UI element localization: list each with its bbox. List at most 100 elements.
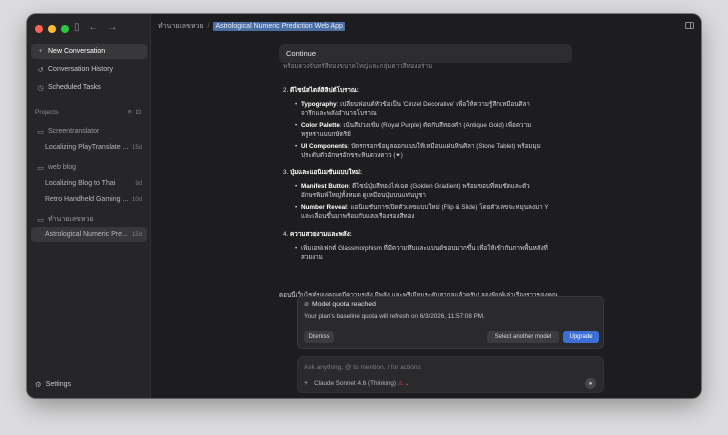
quota-title-row: ⊘ Model quota reached (304, 301, 376, 308)
composer[interactable]: Ask anything, @ to mention, / for action… (297, 356, 604, 393)
forward-arrow-icon[interactable]: → (108, 21, 118, 35)
clock-icon: ◷ (37, 84, 44, 92)
select-another-model-button[interactable]: Select another model (487, 331, 559, 343)
section-heading: 2. ดีไซน์สไตล์สิลิปต์โบราณ: (283, 86, 359, 95)
breadcrumb: ทำนายเลขหวย / Astrological Numeric Predi… (158, 21, 345, 32)
list-item: Manifest Button: ดีไซน์ปุ่มสีทองไล่เฉด (… (295, 182, 530, 191)
project-folder-lottery[interactable]: ▭ ทำนายเลขหวย (31, 212, 147, 227)
chevron-down-icon: ⌄ (404, 381, 410, 387)
faded-text-line: พร้อมดวงจันทร์สีทองขนาดใหญ่และกลุ่มดาวสี… (283, 63, 433, 70)
scheduled-tasks-button[interactable]: ◷ Scheduled Tasks (31, 80, 147, 95)
project-name: ทำนายเลขหวย (48, 216, 94, 223)
list-item-continuation: ประดับตัวอักษรอักขระหินดวงดาว (✦) (301, 152, 403, 159)
breadcrumb-parent[interactable]: ทำนายเลขหวย (158, 21, 203, 32)
bullet-term: Color Palette (301, 122, 340, 129)
sidebar-toggle-icon[interactable]: ▯ (74, 21, 80, 35)
folder-icon: ▭ (37, 216, 44, 224)
breadcrumb-current[interactable]: Astrological Numeric Prediction Web App (213, 22, 345, 31)
quota-title: Model quota reached (312, 301, 376, 308)
info-icon: ⊘ (304, 302, 310, 308)
section-title: ดีไซน์สไตล์สิลิปต์โบราณ: (290, 87, 359, 94)
bullet-text: : แอนิเมชันการเปิดตัวเลขแบบใหม่ (Flip & … (346, 204, 549, 211)
new-conversation-button[interactable]: + New Conversation (31, 44, 147, 59)
model-selector[interactable]: Claude Sonnet 4.6 (Thinking) ⚠ ⌄ (314, 380, 409, 387)
history-icon: ↺ (37, 66, 44, 74)
app-window: ▯ ← → + New Conversation ↺ Conversation … (27, 14, 701, 398)
list-item: เพิ่มเอฟเฟกต์ Glassmorphism ที่มีความทึบ… (295, 244, 548, 253)
message-input[interactable]: Ask anything, @ to mention, / for action… (304, 364, 421, 371)
section-number: 2. (283, 87, 289, 94)
list-item-continuation: หรูหราแบบกษัตริย์ (301, 131, 351, 138)
list-item-continuation: สวยงาม (301, 254, 323, 261)
microphone-icon[interactable]: ● (585, 378, 596, 389)
minimize-window-button[interactable] (48, 25, 56, 33)
bullet-text: : เน้นสีม่วงเข้ม (Royal Purple) ตัดกับสี… (339, 122, 532, 129)
project-folder-web-blog[interactable]: ▭ web blog (31, 160, 147, 175)
bullet-text: : เปลี่ยนฟอนต์หัวข้อเป็น 'Cinzel Decorat… (336, 101, 530, 108)
message-content: พร้อมดวงจันทร์สีทองขนาดใหญ่และกลุ่มดาวสี… (279, 44, 579, 304)
projects-header: Projects ≡⊡ (35, 108, 145, 117)
section-title: ความสวยงามและพลัง: (290, 231, 352, 238)
upgrade-button[interactable]: Upgrade (563, 331, 599, 343)
project-name: web blog (48, 164, 77, 171)
settings-button[interactable]: ⚙ Settings (35, 380, 71, 389)
project-folder-screentranslator[interactable]: ▭ Screentranslator (31, 124, 147, 139)
conversation-age: 9d (135, 180, 142, 187)
conversation-age: 15d (131, 144, 142, 151)
breadcrumb-separator: / (207, 23, 210, 30)
conversation-history-label: Conversation History (48, 66, 113, 73)
panel-toggle-icon[interactable] (685, 22, 694, 29)
bullet-text: : ดีไซน์ปุ่มสีทองไล่เฉด (Golden Gradient… (348, 183, 530, 190)
bullet-term: Number Reveal (301, 204, 347, 211)
composer-toolbar: + Claude Sonnet 4.6 (Thinking) ⚠ ⌄ (304, 380, 410, 387)
new-conversation-label: New Conversation (48, 48, 106, 55)
bullet-term: Typography (301, 101, 337, 108)
section-heading: 3. ปุ่มและแอนิเมชันแบบใหม่: (283, 168, 362, 177)
list-item-continuation: อักษรพิมพ์ใหญ่ทั้งหมด ดูเหมือนปุ่มบนแท่น… (301, 192, 426, 199)
project-name: Screentranslator (48, 128, 100, 135)
plus-icon: + (38, 48, 43, 55)
back-arrow-icon[interactable]: ← (89, 21, 99, 35)
projects-label: Projects (35, 108, 59, 116)
window-controls (35, 25, 69, 33)
settings-label: Settings (45, 381, 72, 388)
dismiss-button[interactable]: Dismiss (304, 331, 334, 343)
continue-prompt: Continue (279, 44, 572, 63)
close-window-button[interactable] (35, 25, 43, 33)
conversation-title: Astrological Numeric Pre... (45, 231, 128, 238)
conversation-title: Retro Handheld Gaming ... (45, 196, 129, 203)
conversation-title: Localizing PlayTranslate ... (45, 144, 129, 151)
continue-label: Continue (286, 49, 317, 58)
section-number: 4. (283, 231, 289, 238)
conversation-item[interactable]: Localizing PlayTranslate ... 15d (31, 140, 147, 155)
list-item: Color Palette: เน้นสีม่วงเข้ม (Royal Pur… (295, 121, 532, 130)
maximize-window-button[interactable] (61, 25, 69, 33)
titlebar-icons: ▯ ← → (74, 21, 118, 35)
list-item: Number Reveal: แอนิเมชันการเปิดตัวเลขแบบ… (295, 203, 549, 212)
list-item-continuation: จารึกและพลังอำนาจโบราณ (301, 110, 377, 117)
conversation-history-button[interactable]: ↺ Conversation History (31, 62, 147, 77)
folder-icon: ▭ (37, 128, 44, 136)
list-item: UI Components: บัตรกรอกข้อมูลออกแบบให้เห… (295, 142, 541, 151)
filter-icon[interactable]: ≡⊡ (128, 108, 145, 116)
conversation-item-active[interactable]: Astrological Numeric Pre... 15d (31, 227, 147, 242)
conversation-age: 10d (131, 196, 142, 203)
scheduled-tasks-label: Scheduled Tasks (48, 84, 101, 91)
gear-icon: ⚙ (35, 380, 42, 389)
conversation-title: Localizing Blog to Thai (45, 180, 116, 187)
bullet-text: : บัตรกรอกข้อมูลออกแบบให้เหมือนแผ่นหินศิ… (347, 143, 541, 150)
quota-banner: ⊘ Model quota reached Your plan's baseli… (297, 296, 604, 349)
main-area: ทำนายเลขหวย / Astrological Numeric Predi… (151, 14, 701, 398)
section-number: 3. (283, 169, 289, 176)
section-heading: 4. ความสวยงามและพลัง: (283, 230, 352, 239)
model-name: Claude Sonnet 4.6 (Thinking) (314, 380, 397, 387)
folder-icon: ▭ (37, 164, 44, 172)
sidebar: ▯ ← → + New Conversation ↺ Conversation … (27, 14, 151, 398)
add-attachment-icon[interactable]: + (304, 380, 308, 387)
bullet-term: UI Components (301, 143, 348, 150)
conversation-item[interactable]: Localizing Blog to Thai 9d (31, 176, 147, 191)
list-item: Typography: เปลี่ยนฟอนต์หัวข้อเป็น 'Cinz… (295, 100, 530, 109)
conversation-item[interactable]: Retro Handheld Gaming ... 10d (31, 192, 147, 207)
list-item-continuation: และเลื่อนขึ้นมาพร้อมกับแสงเรืองรองสีทอง (301, 213, 415, 220)
bullet-term: Manifest Button (301, 183, 349, 190)
